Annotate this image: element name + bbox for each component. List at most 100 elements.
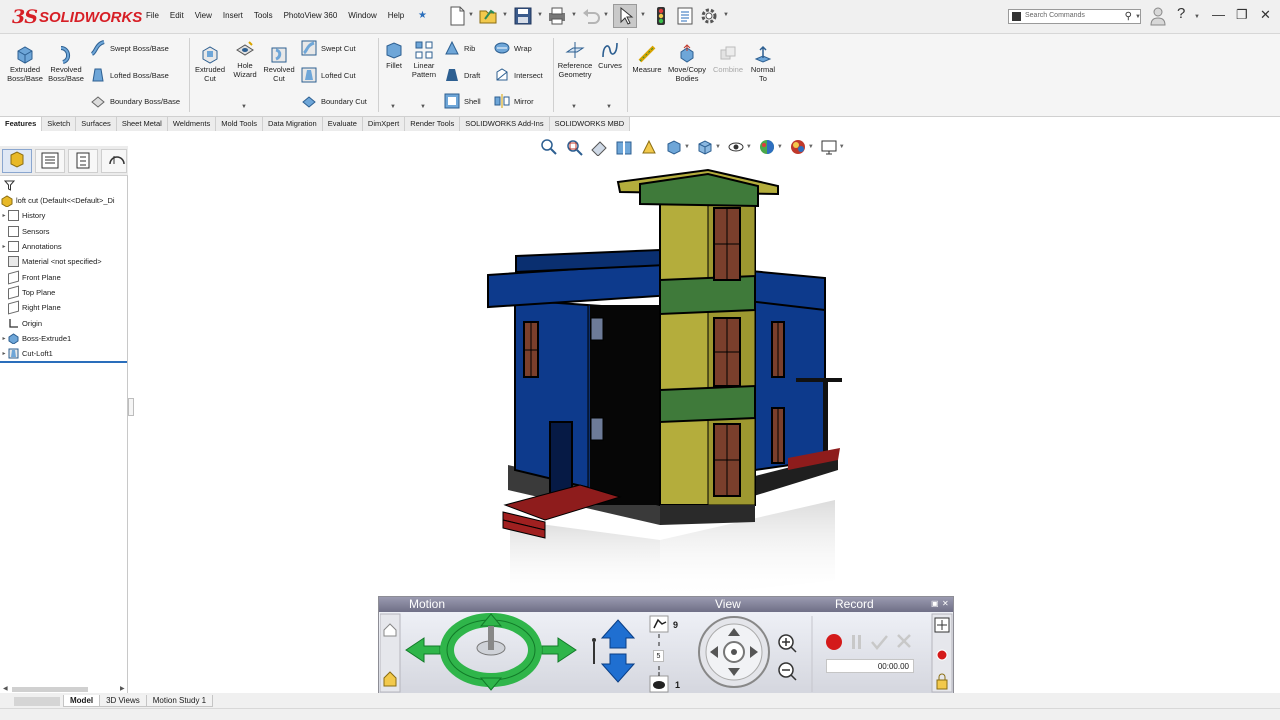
speed-current-value[interactable]: 5 xyxy=(653,650,664,662)
pin-menu-icon[interactable]: ★ xyxy=(418,10,427,21)
tab-scroll-buttons[interactable] xyxy=(14,697,60,706)
tab-render-tools[interactable]: Render Tools xyxy=(405,117,461,131)
expand-arrow-icon[interactable]: ▸ xyxy=(0,350,8,357)
tab-feature-manager[interactable] xyxy=(2,149,32,173)
tab-features[interactable]: Features xyxy=(0,117,43,131)
tab-property-manager[interactable] xyxy=(35,149,65,173)
house-3d-model[interactable] xyxy=(470,160,860,600)
linear-pattern-button[interactable]: Linear Pattern xyxy=(409,40,439,79)
tree-item-sensors[interactable]: Sensors xyxy=(0,224,128,239)
tab-surfaces[interactable]: Surfaces xyxy=(76,117,117,131)
zoom-to-area-icon[interactable] xyxy=(565,138,583,156)
boundary-boss-button[interactable]: Boundary Boss/Base xyxy=(90,93,180,109)
print-icon[interactable] xyxy=(546,5,568,27)
panel-close-icon[interactable]: ✕ xyxy=(942,599,949,608)
fillet-button[interactable]: Fillet xyxy=(382,40,406,71)
tab-configuration-manager[interactable] xyxy=(68,149,98,173)
swept-boss-button[interactable]: Swept Boss/Base xyxy=(90,40,169,56)
lofted-boss-button[interactable]: Lofted Boss/Base xyxy=(90,67,169,83)
curves-button[interactable]: Curves xyxy=(596,40,624,71)
user-account-icon[interactable] xyxy=(1150,6,1166,26)
zoom-to-fit-icon[interactable] xyxy=(540,138,558,156)
expand-arrow-icon[interactable]: ▸ xyxy=(0,335,8,342)
tree-item-boss-extrude1[interactable]: ▸ Boss-Extrude1 xyxy=(0,331,128,346)
hole-wizard-button[interactable]: Hole Wizard xyxy=(229,40,261,79)
view-settings-icon[interactable] xyxy=(820,138,838,156)
tree-root-part[interactable]: loft cut (Default<<Default>_Di xyxy=(0,193,128,208)
tree-item-front-plane[interactable]: Front Plane xyxy=(0,269,128,285)
help-icon[interactable]: ? xyxy=(1177,5,1185,22)
new-document-icon[interactable] xyxy=(446,5,468,27)
menu-help[interactable]: Help xyxy=(388,11,404,20)
tree-item-right-plane[interactable]: Right Plane xyxy=(0,300,128,315)
minimize-icon[interactable]: — xyxy=(1212,7,1225,22)
rebuild-traffic-light-icon[interactable] xyxy=(650,5,672,27)
tree-item-annotations[interactable]: ▸ Annotations xyxy=(0,239,128,254)
panel-minimize-icon[interactable]: ▣ xyxy=(931,599,939,608)
normal-to-button[interactable]: Normal To xyxy=(746,44,780,83)
rib-button[interactable]: Rib xyxy=(444,40,475,56)
tree-item-origin[interactable]: Origin xyxy=(0,315,128,330)
tab-data-migration[interactable]: Data Migration xyxy=(262,117,323,131)
revolved-cut-button[interactable]: Revolved Cut xyxy=(261,44,297,83)
tree-item-material[interactable]: Material <not specified> xyxy=(0,254,128,269)
intersect-button[interactable]: Intersect xyxy=(494,67,543,83)
swept-cut-button[interactable]: Swept Cut xyxy=(301,40,356,56)
expand-arrow-icon[interactable]: ▸ xyxy=(0,243,8,250)
filter-icon[interactable] xyxy=(3,179,123,192)
open-document-icon[interactable] xyxy=(477,5,499,27)
measure-button[interactable]: Measure xyxy=(630,44,664,75)
view-orientation-icon[interactable] xyxy=(665,138,683,156)
tab-evaluate[interactable]: Evaluate xyxy=(322,117,363,131)
tab-3d-views[interactable]: 3D Views xyxy=(99,695,147,707)
solidworks-logo[interactable]: 3S SOLIDWORKS xyxy=(12,5,142,29)
close-icon[interactable]: ✕ xyxy=(1260,7,1271,23)
tree-item-cut-loft1[interactable]: ▸ Cut-Loft1 xyxy=(0,346,128,361)
search-commands-input[interactable]: Search Commands ⚲ xyxy=(1008,9,1141,24)
apply-scene-icon[interactable] xyxy=(789,138,807,156)
tab-weldments[interactable]: Weldments xyxy=(167,117,217,131)
menu-insert[interactable]: Insert xyxy=(223,11,243,20)
options-gear-icon[interactable] xyxy=(698,5,720,27)
tab-solidworks-add-ins[interactable]: SOLIDWORKS Add-Ins xyxy=(460,117,550,131)
tab-sheet-metal[interactable]: Sheet Metal xyxy=(116,117,168,131)
wrap-button[interactable]: Wrap xyxy=(494,40,532,56)
panel-splitter-handle[interactable] xyxy=(128,398,134,416)
combine-button[interactable]: Combine xyxy=(710,44,746,75)
tab-motion-study-1[interactable]: Motion Study 1 xyxy=(145,695,214,707)
search-icon[interactable]: ⚲ xyxy=(1125,11,1132,22)
menu-view[interactable]: View xyxy=(195,11,212,20)
tab-mold-tools[interactable]: Mold Tools xyxy=(216,117,263,131)
menu-tools[interactable]: Tools xyxy=(254,11,273,20)
draft-button[interactable]: Draft xyxy=(444,67,480,83)
boundary-cut-button[interactable]: Boundary Cut xyxy=(301,93,367,109)
section-view-icon[interactable] xyxy=(615,138,633,156)
tree-item-history[interactable]: ▸ History xyxy=(0,208,128,223)
reference-geometry-button[interactable]: Reference Geometry xyxy=(556,40,594,79)
save-icon[interactable] xyxy=(512,5,534,27)
tab-dimxpert-manager[interactable] xyxy=(101,149,127,173)
search-scope-icon[interactable] xyxy=(1012,12,1021,21)
tab-model[interactable]: Model xyxy=(63,695,101,707)
restore-icon[interactable]: ❐ xyxy=(1236,7,1248,23)
menu-file[interactable]: File xyxy=(146,11,159,20)
tab-dimxpert[interactable]: DimXpert xyxy=(362,117,406,131)
lofted-cut-button[interactable]: Lofted Cut xyxy=(301,67,356,83)
menu-photoview[interactable]: PhotoView 360 xyxy=(284,11,338,20)
hide-show-items-icon[interactable] xyxy=(727,138,745,156)
select-button[interactable] xyxy=(613,4,637,28)
menu-edit[interactable]: Edit xyxy=(170,11,184,20)
mirror-button[interactable]: Mirror xyxy=(494,93,534,109)
move-copy-bodies-button[interactable]: Move/Copy Bodies xyxy=(666,44,708,83)
previous-view-icon[interactable] xyxy=(590,138,608,156)
tree-item-top-plane[interactable]: Top Plane xyxy=(0,285,128,300)
revolved-boss-button[interactable]: Revolved Boss/Base xyxy=(47,44,85,83)
dynamic-annotation-view-icon[interactable] xyxy=(640,138,658,156)
expand-arrow-icon[interactable]: ▸ xyxy=(0,212,8,219)
undo-icon[interactable] xyxy=(580,5,602,27)
tab-solidworks-mbd[interactable]: SOLIDWORKS MBD xyxy=(549,117,631,131)
rollback-bar[interactable] xyxy=(0,361,127,364)
edit-appearance-icon[interactable] xyxy=(758,138,776,156)
menu-window[interactable]: Window xyxy=(348,11,376,20)
extruded-cut-button[interactable]: Extruded Cut xyxy=(192,44,228,83)
